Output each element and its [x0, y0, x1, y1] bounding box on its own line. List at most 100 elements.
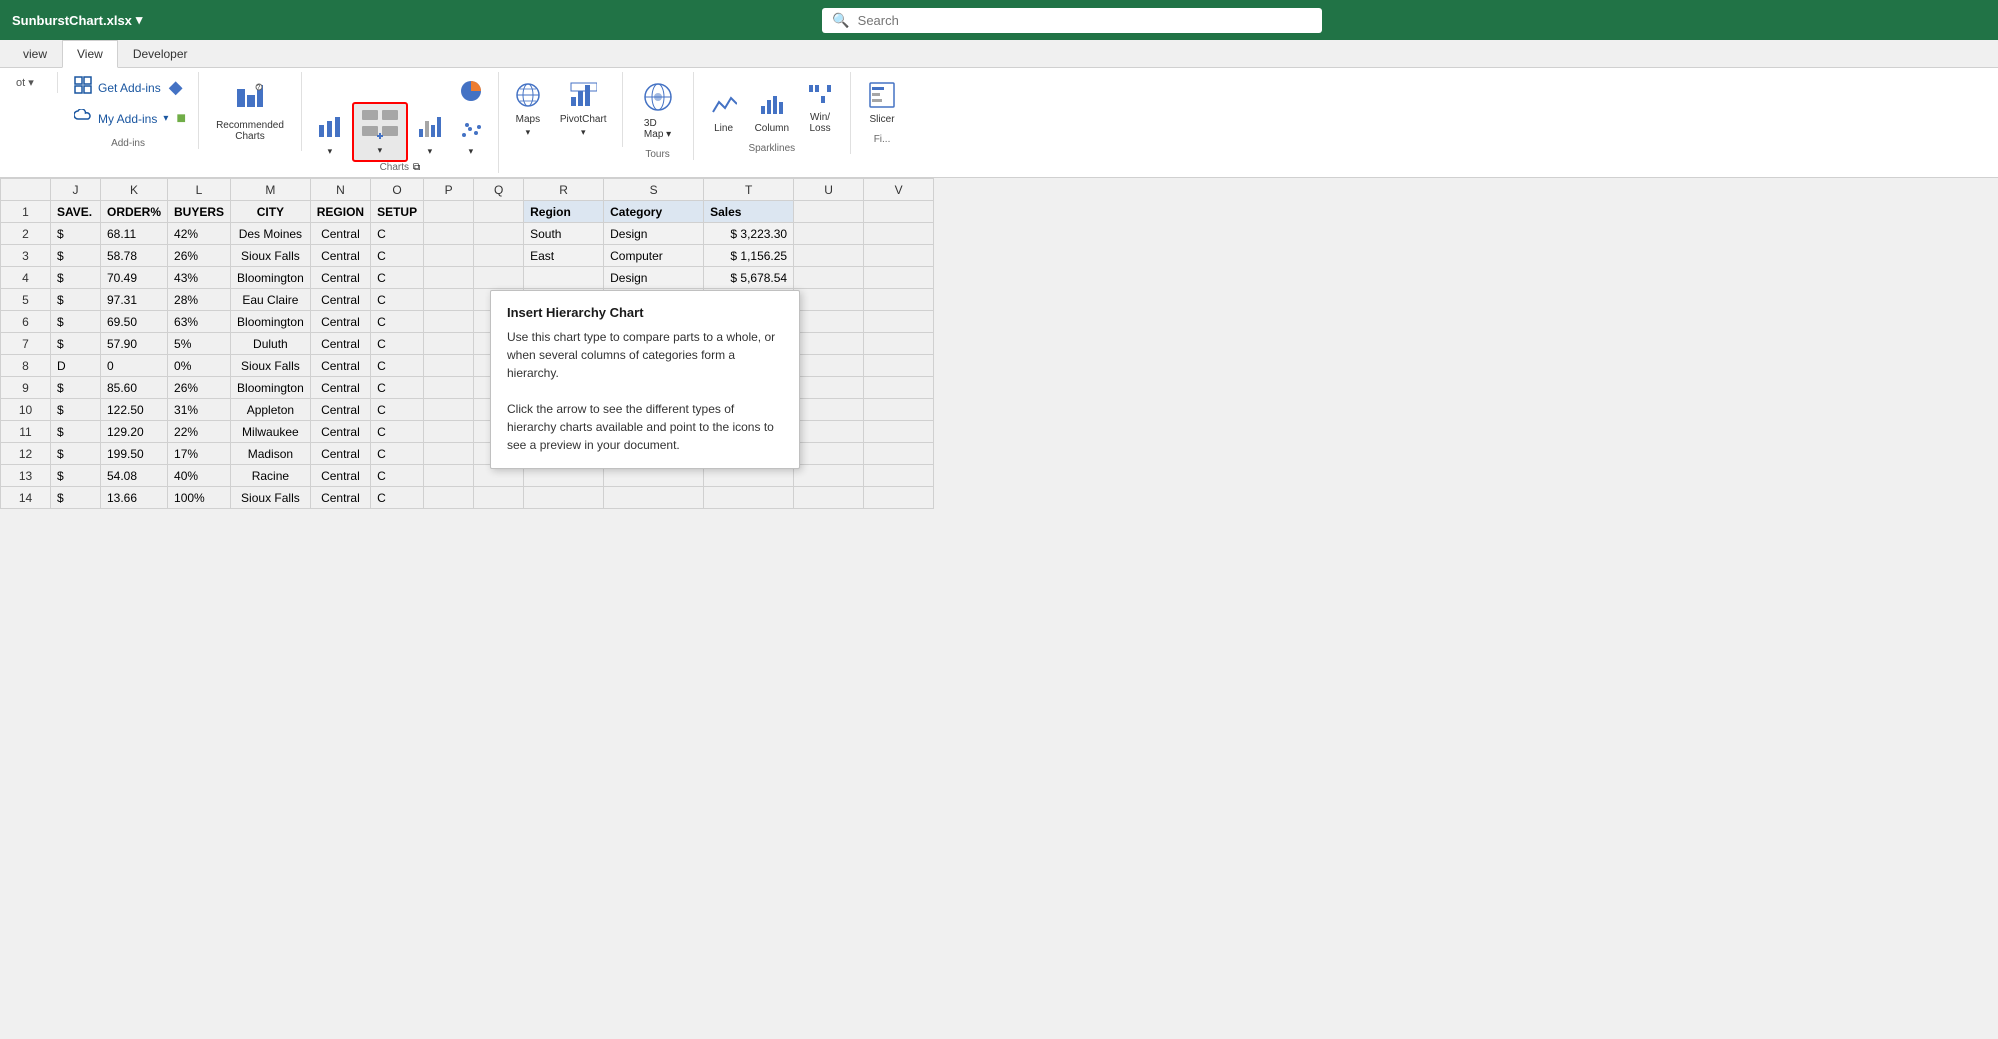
line-sparkline-label: Line [714, 123, 733, 134]
tab-developer[interactable]: Developer [118, 40, 203, 68]
slicer-button[interactable]: Slicer [861, 76, 903, 130]
maps-icon [514, 81, 542, 112]
recommended-charts-label: RecommendedCharts [216, 120, 284, 142]
pivotchart-label: PivotChart [560, 114, 607, 125]
cell-o2[interactable]: C [371, 223, 424, 245]
cell-u1[interactable] [794, 201, 864, 223]
stat-chart-button[interactable]: ▾ [410, 110, 450, 162]
hierarchy-tooltip: Insert Hierarchy Chart Use this chart ty… [490, 290, 800, 469]
cell-p1[interactable] [424, 201, 474, 223]
table-row: 14 $ 13.66 100% Sioux Falls Central C [1, 487, 934, 509]
scatter-dropdown-arrow[interactable]: ▾ [469, 146, 474, 157]
cell-k1[interactable]: ORDER% [101, 201, 168, 223]
cell-n1[interactable]: REGION [310, 201, 370, 223]
cell-r2[interactable]: South [524, 223, 604, 245]
cell-v1[interactable] [864, 201, 934, 223]
col-header-u: U [794, 179, 864, 201]
pivotchart-button[interactable]: PivotChart ▾ [553, 76, 614, 143]
pivotchart-icon [569, 81, 597, 112]
cell-j1[interactable]: SAVE. [51, 201, 101, 223]
filename[interactable]: SunburstChart.xlsx ▾ [12, 12, 142, 28]
tab-view[interactable]: View [62, 40, 118, 68]
addin-get-button[interactable]: Get Add-ins [70, 74, 165, 101]
blue-diamond-icon: ◆ [169, 77, 183, 98]
hierarchy-dropdown-arrow[interactable]: ▾ [378, 145, 383, 156]
recommended-charts-button[interactable]: ? RecommendedCharts [209, 76, 291, 147]
title-bar: SunburstChart.xlsx ▾ 🔍 [0, 0, 1998, 40]
col-header-v: V [864, 179, 934, 201]
table-row: 1 SAVE. ORDER% BUYERS CITY REGION SETUP … [1, 201, 934, 223]
row-num: 1 [1, 201, 51, 223]
maps-button[interactable]: Maps ▾ [507, 76, 549, 143]
filename-dropdown-arrow[interactable]: ▾ [136, 12, 143, 28]
ribbon-content: ot ▾ Get Add-ins ◆ [0, 68, 1998, 178]
green-square-icon: ■ [176, 110, 186, 128]
get-addins-label: Get Add-ins [98, 81, 161, 95]
col-header-p: P [424, 179, 474, 201]
charts-group: ▾ ▾ [302, 72, 499, 173]
filters-group-label: Fi... [874, 134, 891, 145]
cell-l1[interactable]: BUYERS [168, 201, 231, 223]
stat-chart-icon [417, 115, 443, 144]
sparklines-group-label: Sparklines [748, 143, 795, 154]
col-header-k: K [101, 179, 168, 201]
col-header-m: M [231, 179, 311, 201]
tooltip-title: Insert Hierarchy Chart [507, 305, 783, 320]
hierarchy-chart-icon [360, 108, 400, 143]
get-addins-icon [74, 76, 92, 99]
hierarchy-chart-button[interactable]: ▾ [352, 102, 408, 162]
maps-dropdown[interactable]: ▾ [526, 127, 531, 138]
pivotchart-dropdown[interactable]: ▾ [581, 127, 586, 138]
cell-t1[interactable]: Sales [704, 201, 794, 223]
column-sparkline-button[interactable]: Column [748, 87, 796, 139]
scatter-chart-button[interactable]: ▾ [453, 116, 489, 162]
cell-o1[interactable]: SETUP [371, 201, 424, 223]
3dmap-label: 3DMap ▾ [644, 118, 671, 140]
bar-chart-button[interactable]: ▾ [310, 110, 350, 162]
line-sparkline-button[interactable]: Line [704, 87, 744, 139]
bar-dropdown-arrow[interactable]: ▾ [328, 146, 333, 157]
search-bar[interactable]: 🔍 [822, 8, 1322, 33]
scroll-area[interactable]: J K L M N O P Q R S T U V 1 [0, 178, 1998, 1039]
cell-m2[interactable]: Des Moines [231, 223, 311, 245]
cell-s2[interactable]: Design [604, 223, 704, 245]
col-header-l: L [168, 179, 231, 201]
3dmap-icon [642, 81, 674, 116]
my-addins-dropdown[interactable]: ▾ [163, 113, 168, 124]
cell-m1[interactable]: CITY [231, 201, 311, 223]
col-header-t: T [704, 179, 794, 201]
stat-dropdown-arrow[interactable]: ▾ [428, 146, 433, 157]
col-header-j: J [51, 179, 101, 201]
cell-q1[interactable] [474, 201, 524, 223]
tours-group-label: Tours [645, 149, 669, 160]
spreadsheet-area: J K L M N O P Q R S T U V 1 [0, 178, 1998, 1039]
my-addins-label: My Add-ins [98, 112, 157, 126]
ribbon-tabs: view View Developer [0, 40, 1998, 68]
3dmap-button[interactable]: 3DMap ▾ [635, 76, 681, 145]
cell-r1[interactable]: Region [524, 201, 604, 223]
cell-k2[interactable]: 68.11 [101, 223, 168, 245]
col-header-r: R [524, 179, 604, 201]
search-input[interactable] [858, 13, 1313, 28]
table-row: 4 $ 70.49 43% Bloomington Central C Desi… [1, 267, 934, 289]
column-sparkline-icon [759, 92, 785, 121]
cloud-icon [74, 109, 92, 128]
scatter-chart-icon [460, 121, 482, 144]
cell-j2[interactable]: $ [51, 223, 101, 245]
recommended-charts-icon: ? [235, 81, 265, 118]
cell-s1[interactable]: Category [604, 201, 704, 223]
ot-dropdown[interactable]: ot ▾ [16, 72, 34, 93]
tab-review[interactable]: view [8, 40, 62, 68]
cell-n2[interactable]: Central [310, 223, 370, 245]
slicer-label: Slicer [870, 114, 895, 125]
my-addins-button[interactable]: My Add-ins ▾ [70, 107, 172, 130]
corner-cell [1, 179, 51, 201]
charts-dialog-launcher[interactable]: ⧉ [413, 162, 420, 173]
pie-chart-button[interactable] [452, 74, 490, 114]
col-header-o: O [371, 179, 424, 201]
winloss-sparkline-button[interactable]: Win/Loss [800, 76, 840, 139]
filename-text: SunburstChart.xlsx [12, 13, 132, 28]
cell-l2[interactable]: 42% [168, 223, 231, 245]
cell-t2[interactable]: $ 3,223.30 [704, 223, 794, 245]
col-header-n: N [310, 179, 370, 201]
